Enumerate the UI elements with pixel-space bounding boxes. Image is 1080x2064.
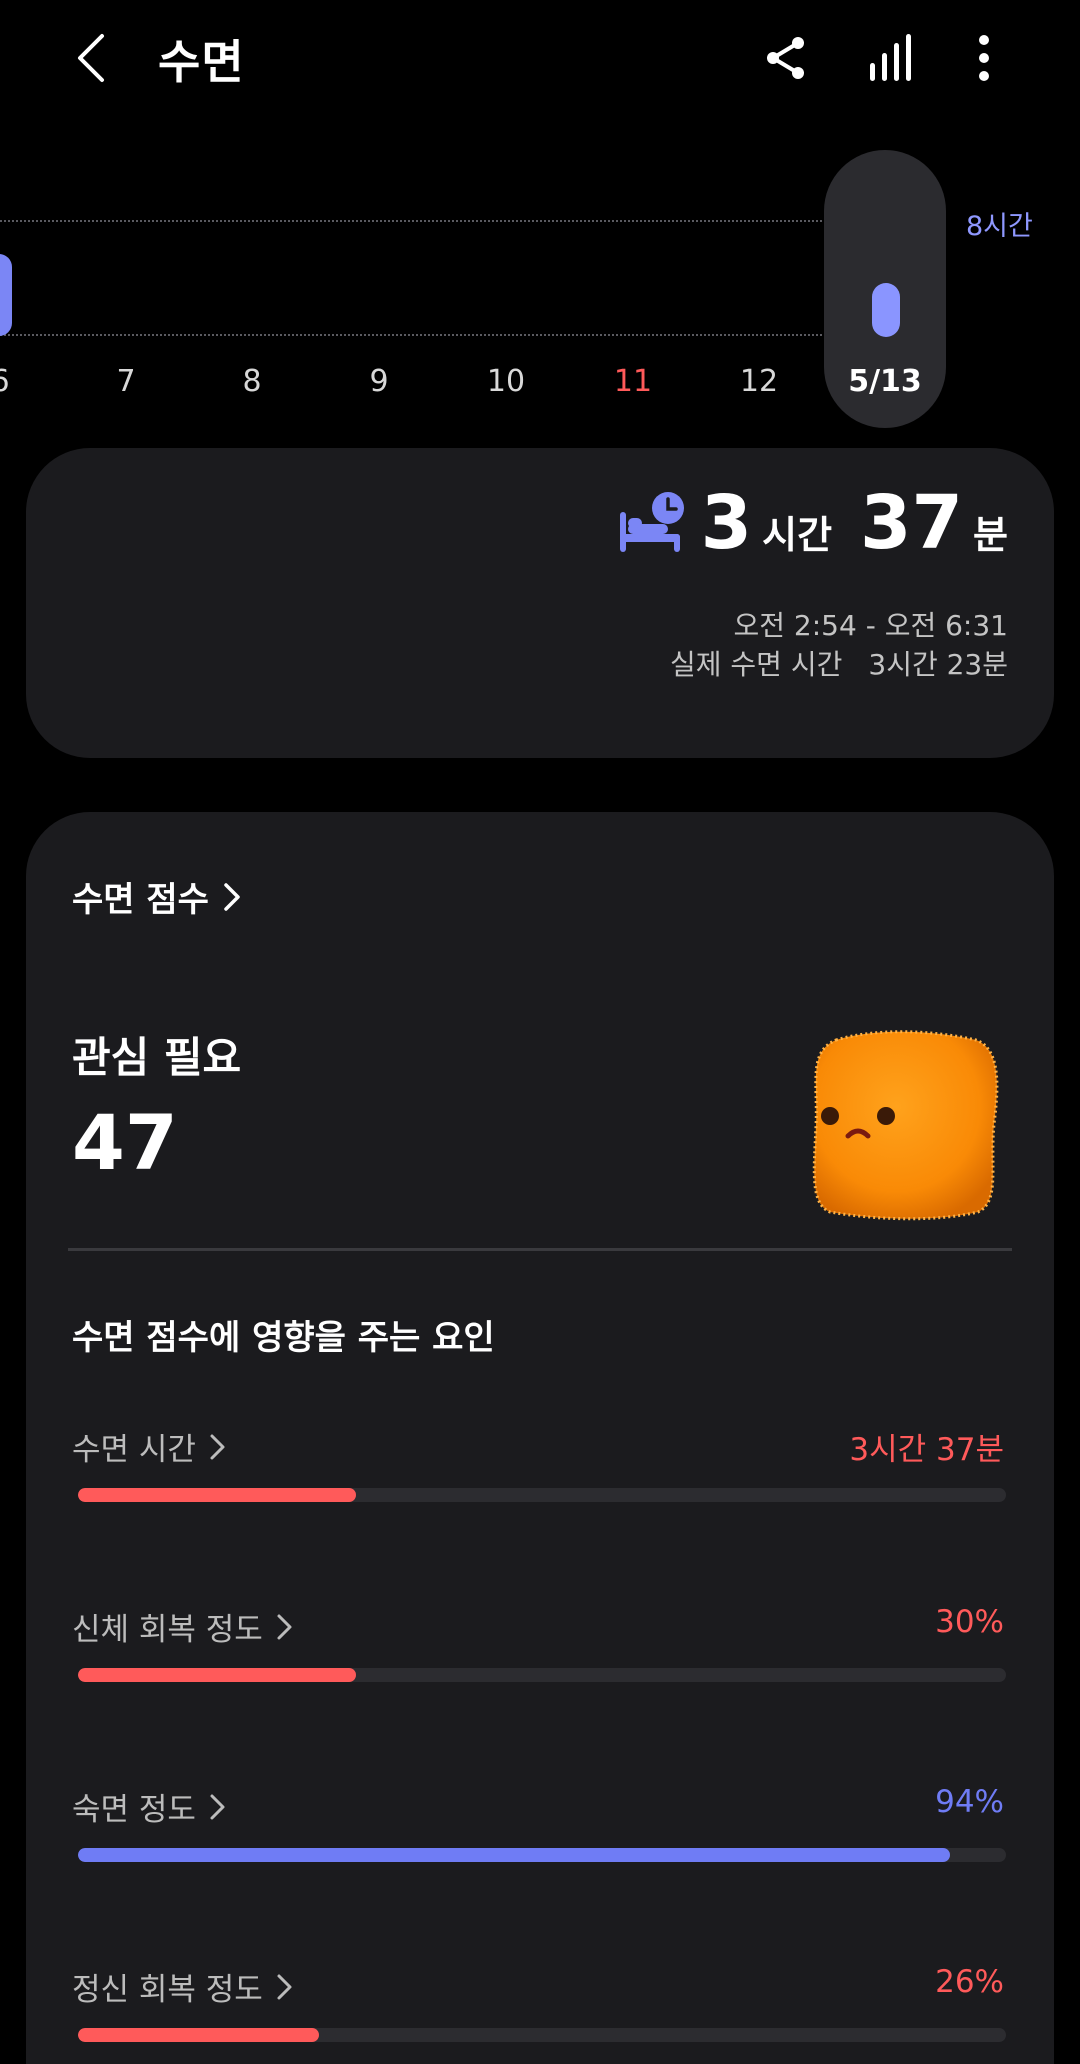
actual-sleep-value: 3시간 23분 (868, 648, 1008, 681)
sleep-score-link[interactable]: 수면 점수 (72, 872, 243, 921)
factor-progress-fill (78, 1488, 357, 1502)
duration-hours-unit: 시간 (762, 513, 833, 557)
divider (68, 1248, 1012, 1251)
more-options-icon[interactable] (966, 30, 1002, 86)
day-label[interactable]: 10 (471, 364, 541, 399)
back-icon[interactable] (64, 28, 120, 88)
factors-title: 수면 점수에 영향을 주는 요인 (72, 1318, 495, 1358)
factor-label: 신체 회복 정도 (72, 1612, 263, 1648)
page-title: 수면 (158, 35, 245, 89)
duration-minutes: 37 (860, 480, 964, 566)
chevron-right-icon (277, 1974, 292, 1999)
score-value: 47 (72, 1098, 178, 1187)
factor-value: 30% (935, 1604, 1004, 1640)
day-label-today[interactable]: 11 (598, 364, 668, 399)
chevron-right-icon (224, 882, 240, 911)
factor-sleep-time-link[interactable]: 수면 시간 (72, 1424, 228, 1469)
bed-clock-icon (616, 490, 688, 556)
trends-chart-icon[interactable] (862, 28, 918, 88)
factor-label: 숙면 정도 (72, 1792, 196, 1828)
factor-progress-fill (78, 1668, 357, 1682)
duration-minutes-unit: 분 (973, 513, 1008, 557)
sleep-time-range: 오전 2:54 - 오전 6:31 (733, 609, 1009, 642)
factor-progress-bar (78, 1848, 1006, 1862)
sleep-duration: 3 시간 37 분 (701, 480, 1008, 566)
chevron-right-icon (277, 1614, 292, 1639)
chevron-right-icon (210, 1794, 225, 1819)
day-label[interactable]: 7 (91, 364, 161, 399)
sleep-score-label: 수면 점수 (72, 880, 209, 920)
factor-value: 94% (935, 1784, 1004, 1820)
factor-label: 정신 회복 정도 (72, 1972, 263, 2008)
factor-value: 3시간 37분 (849, 1432, 1004, 1468)
day-bar[interactable] (0, 254, 12, 336)
factor-progress-bar (78, 1668, 1006, 1682)
selected-day-bar (872, 283, 900, 337)
selected-date[interactable]: 5/13 (824, 364, 946, 399)
goal-label: 8시간 (966, 211, 1033, 242)
day-label[interactable]: 6 (0, 364, 35, 399)
factor-progress-fill (78, 2028, 320, 2042)
day-label[interactable]: 9 (344, 364, 414, 399)
actual-sleep-label: 실제 수면 시간 (670, 648, 843, 681)
actual-sleep-time: 실제 수면 시간 3시간 23분 (670, 643, 1008, 683)
factor-label: 수면 시간 (72, 1432, 196, 1468)
score-status: 관심 필요 (72, 1033, 242, 1082)
baseline (0, 334, 822, 336)
factor-progress-bar (78, 2028, 1006, 2042)
share-icon[interactable] (758, 30, 814, 86)
day-label[interactable]: 12 (724, 364, 794, 399)
duration-hours: 3 (700, 480, 753, 566)
factor-mental-recovery-link[interactable]: 정신 회복 정도 (72, 1964, 295, 2009)
chevron-right-icon (210, 1434, 225, 1459)
goal-line (0, 220, 822, 222)
factor-progress-bar (78, 1488, 1006, 1502)
day-label[interactable]: 8 (217, 364, 287, 399)
mascot-face-icon (806, 1026, 1002, 1222)
factor-value: 26% (935, 1964, 1004, 2000)
factor-progress-fill (78, 1848, 951, 1862)
factor-body-recovery-link[interactable]: 신체 회복 정도 (72, 1604, 295, 1649)
factor-deep-sleep-link[interactable]: 숙면 정도 (72, 1784, 228, 1829)
